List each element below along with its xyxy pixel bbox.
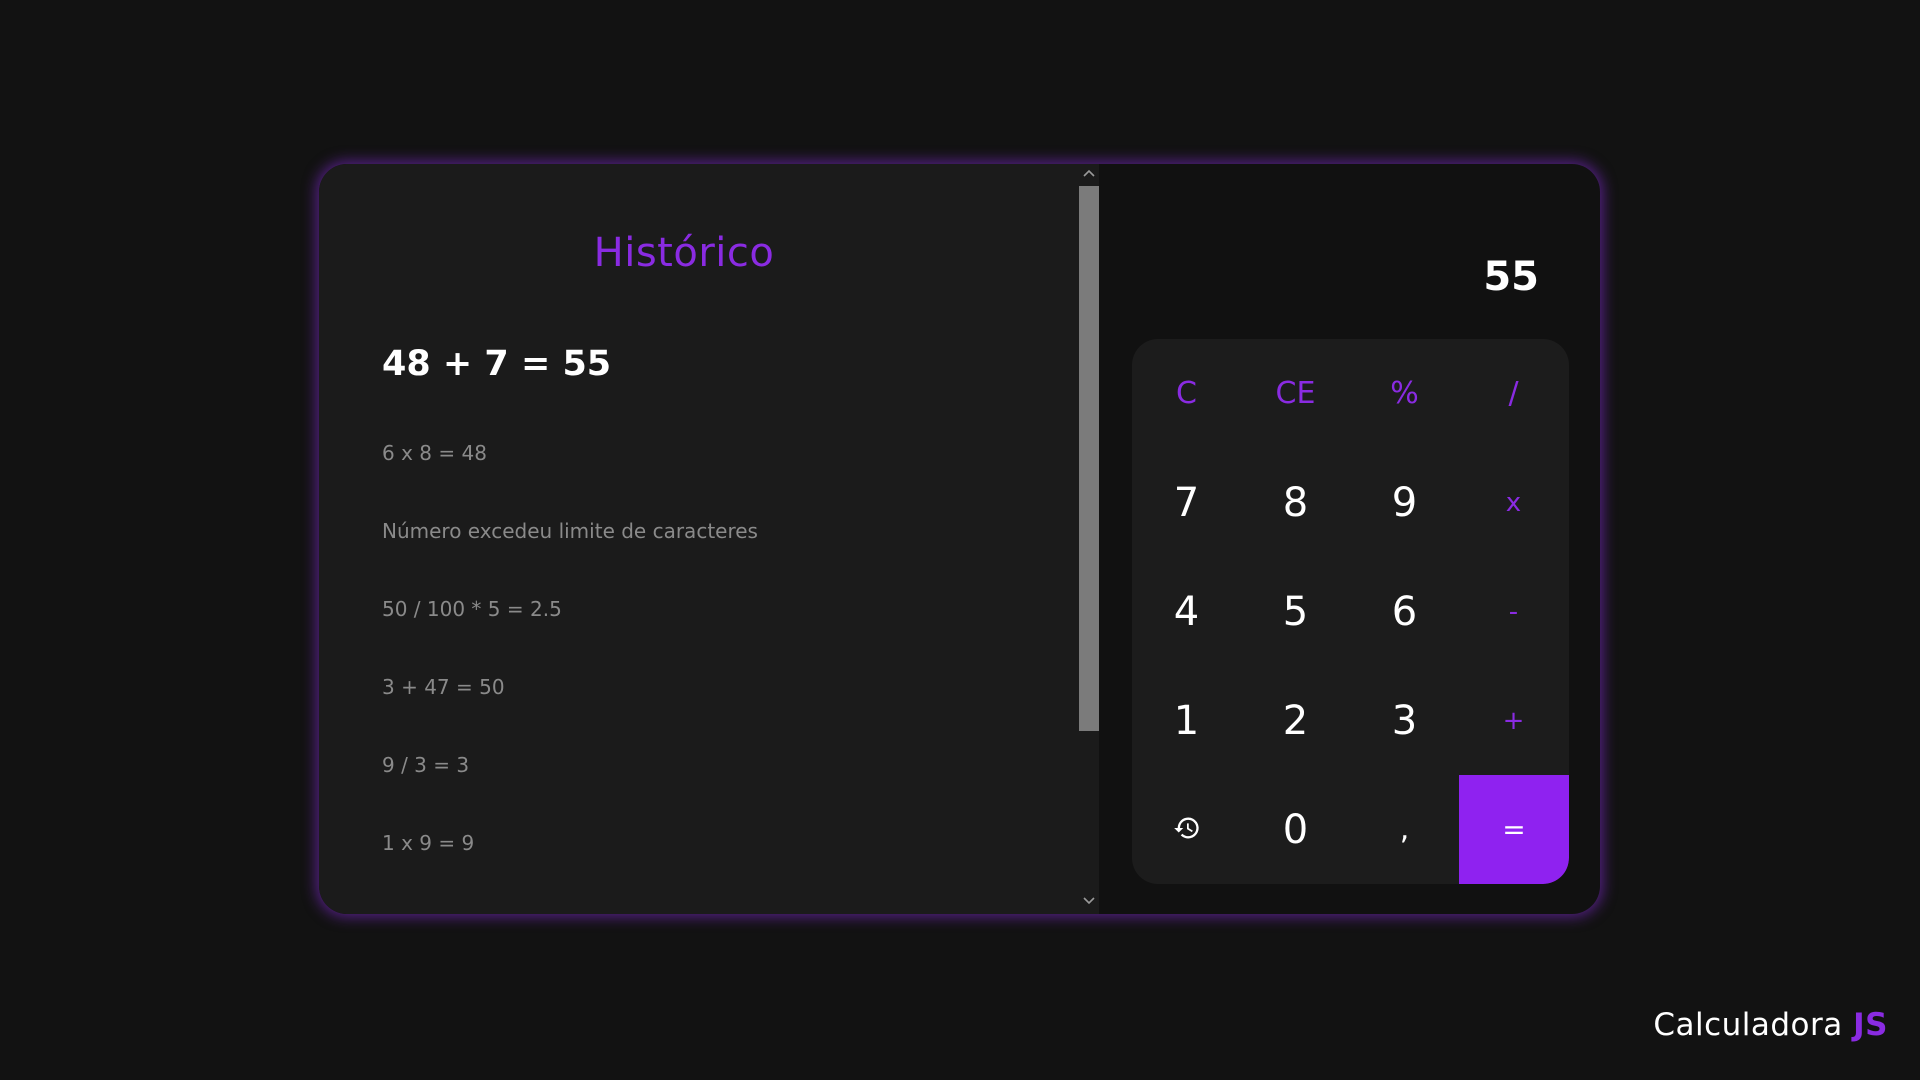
digit-3-button[interactable]: 3 (1350, 666, 1459, 775)
digit-9-button[interactable]: 9 (1350, 448, 1459, 557)
plus-button[interactable]: + (1459, 666, 1568, 775)
brand-logo: Calculadora JS (1653, 1007, 1888, 1043)
minus-button[interactable]: - (1459, 557, 1568, 666)
digit-6-button[interactable]: 6 (1350, 557, 1459, 666)
history-item[interactable]: 1 x 9 = 9 (382, 831, 474, 855)
digit-8-button[interactable]: 8 (1241, 448, 1350, 557)
digit-2-button[interactable]: 2 (1241, 666, 1350, 775)
brand-name: Calculadora (1653, 1007, 1843, 1043)
history-item[interactable]: Número excedeu limite de caracteres (382, 519, 758, 543)
history-item[interactable]: 3 + 47 = 50 (382, 675, 505, 699)
history-item[interactable]: 9 / 3 = 3 (382, 753, 469, 777)
history-item[interactable]: 50 / 100 * 5 = 2.5 (382, 597, 562, 621)
history-title: Histórico (593, 230, 775, 276)
equals-button[interactable]: = (1459, 775, 1569, 884)
scroll-up-icon[interactable] (1079, 166, 1099, 182)
calculator-display: 55 (1483, 254, 1539, 300)
scrollbar-thumb[interactable] (1079, 186, 1099, 731)
digit-4-button[interactable]: 4 (1132, 557, 1241, 666)
digit-1-button[interactable]: 1 (1132, 666, 1241, 775)
multiply-button[interactable]: x (1459, 448, 1568, 557)
percent-button[interactable]: % (1350, 339, 1459, 448)
digit-0-button[interactable]: 0 (1241, 775, 1350, 884)
digit-5-button[interactable]: 5 (1241, 557, 1350, 666)
history-panel: Histórico 48 + 7 = 55 6 x 8 = 48 Número … (319, 164, 1099, 914)
history-button[interactable] (1132, 775, 1241, 884)
divide-button[interactable]: / (1459, 339, 1568, 448)
clear-entry-button[interactable]: CE (1241, 339, 1350, 448)
history-item-latest[interactable]: 48 + 7 = 55 (382, 344, 611, 384)
calculator-card: Histórico 48 + 7 = 55 6 x 8 = 48 Número … (319, 164, 1600, 914)
history-icon (1173, 814, 1201, 846)
brand-accent: JS (1853, 1007, 1888, 1043)
scroll-down-icon[interactable] (1079, 894, 1099, 910)
keypad: C CE % / 7 8 9 x 4 5 6 - 1 2 3 + 0 , = (1132, 339, 1569, 884)
history-item[interactable]: 6 x 8 = 48 (382, 441, 487, 465)
history-scrollbar[interactable] (1079, 164, 1099, 914)
clear-button[interactable]: C (1132, 339, 1241, 448)
decimal-comma-button[interactable]: , (1350, 775, 1459, 884)
digit-7-button[interactable]: 7 (1132, 448, 1241, 557)
